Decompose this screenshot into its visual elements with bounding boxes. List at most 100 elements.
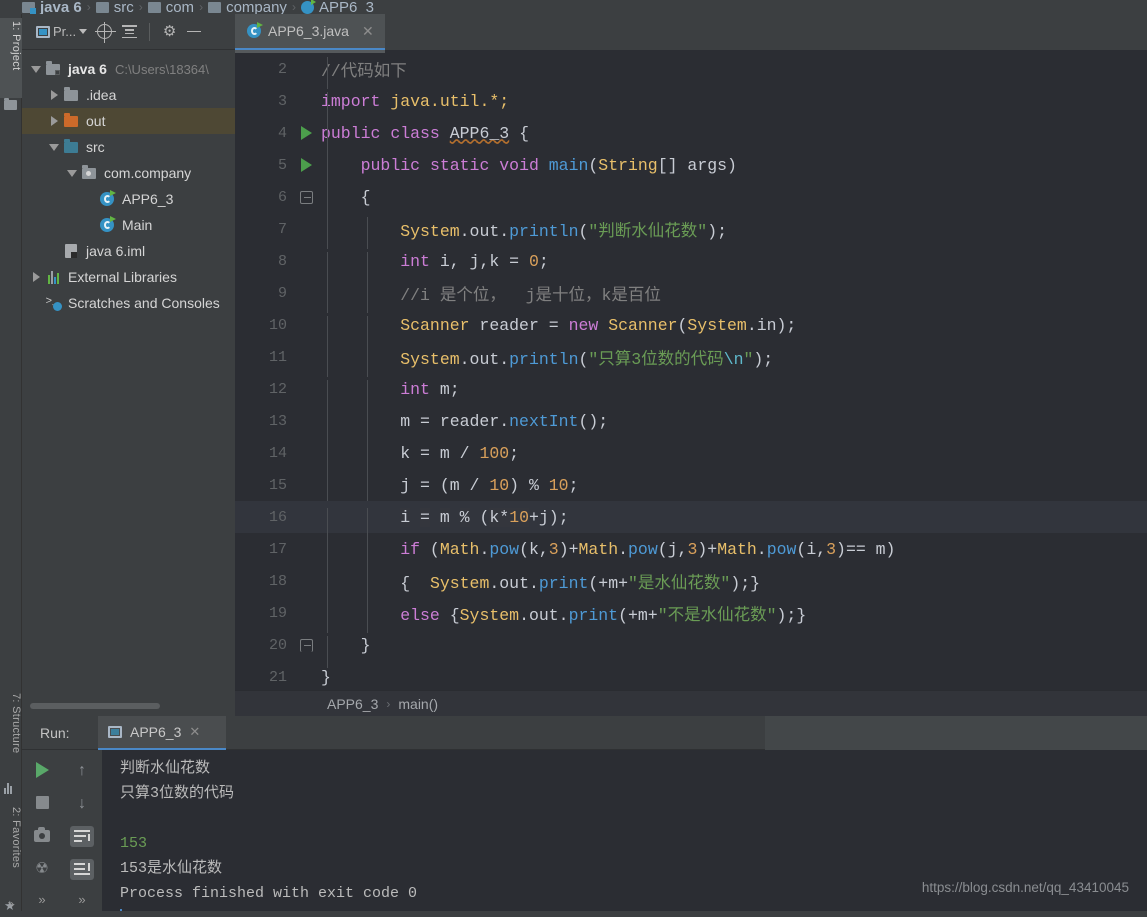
close-icon[interactable]: ✕ bbox=[189, 724, 200, 740]
fold-marker-icon[interactable] bbox=[293, 181, 319, 213]
code-token: +j); bbox=[529, 507, 569, 527]
chevron-right-icon[interactable] bbox=[46, 116, 62, 126]
project-view-selector[interactable]: Pr... bbox=[32, 19, 91, 45]
breadcrumb-method[interactable]: main() bbox=[398, 696, 438, 712]
code-line[interactable]: 7 System.out.println("判断水仙花数"); bbox=[235, 213, 1147, 249]
line-number: 10 bbox=[268, 316, 287, 334]
hide-panel-button[interactable] bbox=[183, 19, 205, 45]
code-editor[interactable]: 2 //代码如下 3 import java.util.*; 4 public class… bbox=[235, 50, 1147, 690]
breadcrumb-class[interactable]: APP6_3 bbox=[327, 696, 378, 712]
code-token: )+ bbox=[697, 539, 718, 559]
chevron-right-icon[interactable] bbox=[28, 272, 44, 282]
code-token: Math bbox=[717, 539, 757, 559]
code-line[interactable]: 19 else {System.out.print(+m+"不是水仙花数");} bbox=[235, 597, 1147, 633]
code-line[interactable]: 15 j = (m / 10) % 10; bbox=[235, 469, 1147, 508]
rerun-button[interactable] bbox=[30, 760, 54, 779]
code-token: { bbox=[400, 574, 430, 593]
top-breadcrumb-item[interactable]: company bbox=[208, 0, 287, 14]
code-token: );} bbox=[776, 606, 807, 625]
code-line[interactable]: 6 { bbox=[235, 181, 1147, 220]
code-line[interactable]: 11 System.out.println("只算3位数的代码\n"); bbox=[235, 341, 1147, 377]
chevron-down-icon[interactable] bbox=[28, 65, 44, 73]
stop-button[interactable] bbox=[30, 793, 54, 812]
code-line-text: i = m % (k*10+j); bbox=[319, 507, 1147, 540]
code-token: k = m / bbox=[400, 443, 480, 463]
module-folder-icon bbox=[22, 1, 36, 14]
top-breadcrumb-item[interactable]: APP6_3 bbox=[300, 0, 374, 14]
code-line[interactable]: 9 //i 是个位， j是十位，k是百位 bbox=[235, 277, 1147, 313]
code-line[interactable]: 16 i = m % (k*10+j); bbox=[235, 501, 1147, 540]
code-token: main bbox=[548, 155, 589, 175]
project-settings-button[interactable]: ⚙ bbox=[158, 19, 181, 45]
code-line[interactable]: 5 public static void main(String[] args) bbox=[235, 149, 1147, 188]
code-line[interactable]: 3 import java.util.*; bbox=[235, 85, 1147, 124]
tree-node-label: out bbox=[86, 113, 106, 129]
tool-window-button-project[interactable]: 1: Project bbox=[0, 18, 22, 98]
tool-window-button-favorites[interactable]: 2: Favorites bbox=[0, 804, 22, 894]
fold-marker-end-icon[interactable] bbox=[293, 629, 319, 661]
code-line[interactable]: 8 int i, j,k = 0; bbox=[235, 245, 1147, 284]
code-token: [] args) bbox=[657, 155, 737, 175]
tree-node-scratches-and-consoles[interactable]: >_ Scratches and Consoles bbox=[22, 290, 235, 316]
screenshot-button[interactable] bbox=[30, 826, 54, 845]
debug-button[interactable]: ☢ bbox=[30, 859, 54, 878]
scroll-from-source-button[interactable] bbox=[93, 19, 117, 45]
up-button[interactable]: ↑ bbox=[70, 760, 94, 781]
top-breadcrumb-label: java 6 bbox=[40, 0, 82, 14]
run-tab-app6_3[interactable]: APP6_3 ✕ bbox=[98, 715, 226, 750]
code-line[interactable]: 2 //代码如下 bbox=[235, 53, 1147, 89]
collapse-all-button[interactable] bbox=[118, 19, 141, 45]
tool-window-button-structure[interactable]: 7: Structure bbox=[0, 690, 22, 776]
top-breadcrumb-item[interactable]: java 6 bbox=[22, 0, 82, 14]
code-token: . bbox=[756, 539, 767, 559]
tree-node-main[interactable]: Main bbox=[22, 212, 235, 238]
top-breadcrumb-item[interactable]: src bbox=[95, 0, 134, 14]
project-horizontal-scrollbar[interactable] bbox=[22, 702, 235, 710]
close-icon[interactable]: ✕ bbox=[362, 23, 374, 40]
code-line[interactable]: 12 int m; bbox=[235, 373, 1147, 412]
tree-node-src[interactable]: src bbox=[22, 134, 235, 160]
code-line[interactable]: 13 m = reader.nextInt(); bbox=[235, 405, 1147, 444]
code-line[interactable]: 17 if (Math.pow(k,3)+Math.pow(j,3)+Math.… bbox=[235, 533, 1147, 572]
tree-node-java-6[interactable]: java 6 C:\Users\18364\ bbox=[22, 56, 235, 82]
expand-tool-strip-button[interactable]: » bbox=[0, 897, 22, 911]
tree-node-app6-3[interactable]: APP6_3 bbox=[22, 186, 235, 212]
code-line[interactable]: 10 Scanner reader = new Scanner(System.i… bbox=[235, 309, 1147, 348]
module-folder-icon bbox=[44, 61, 62, 75]
code-line[interactable]: 14 k = m / 100; bbox=[235, 437, 1147, 476]
code-line[interactable]: 21} bbox=[235, 661, 1147, 690]
tree-node-java-6-iml[interactable]: java 6.iml bbox=[22, 238, 235, 264]
tree-node-out[interactable]: out bbox=[22, 108, 235, 134]
top-breadcrumb-item[interactable]: com bbox=[147, 0, 194, 14]
project-tree[interactable]: java 6 C:\Users\18364\ .idea out src com.comp… bbox=[22, 50, 235, 316]
console-line: 153是水仙花数 bbox=[120, 860, 223, 877]
chevron-right-icon[interactable] bbox=[46, 90, 62, 100]
down-button[interactable]: ↓ bbox=[70, 793, 94, 814]
run-gutter-icon[interactable] bbox=[293, 149, 319, 181]
tree-node--idea[interactable]: .idea bbox=[22, 82, 235, 108]
chevron-down-icon[interactable] bbox=[46, 143, 62, 151]
code-line-text: else {System.out.print(+m+"不是水仙花数");} bbox=[319, 601, 1147, 633]
breadcrumb-separator: › bbox=[138, 0, 143, 14]
soft-wrap-button[interactable] bbox=[70, 826, 94, 847]
code-line[interactable]: 4 public class APP6_3 { bbox=[235, 117, 1147, 156]
gutter-spacer bbox=[293, 213, 319, 245]
run-panel-header: Run: APP6_3 ✕ bbox=[22, 715, 1147, 750]
editor-tab-bar-empty bbox=[385, 14, 1147, 50]
breadcrumb-separator: › bbox=[386, 696, 391, 711]
code-line[interactable]: 20 } bbox=[235, 629, 1147, 668]
tree-node-com-company[interactable]: com.company bbox=[22, 160, 235, 186]
editor-tab-app6_3[interactable]: APP6_3.java ✕ bbox=[235, 14, 385, 50]
tree-node-external-libraries[interactable]: External Libraries bbox=[22, 264, 235, 290]
code-token: ; bbox=[509, 443, 520, 463]
scroll-to-end-button[interactable] bbox=[70, 859, 94, 880]
chevron-down-icon[interactable] bbox=[64, 169, 80, 177]
code-line[interactable]: 18 { System.out.print(+m+"是水仙花数");} bbox=[235, 565, 1147, 601]
run-gutter-icon[interactable] bbox=[293, 117, 319, 149]
